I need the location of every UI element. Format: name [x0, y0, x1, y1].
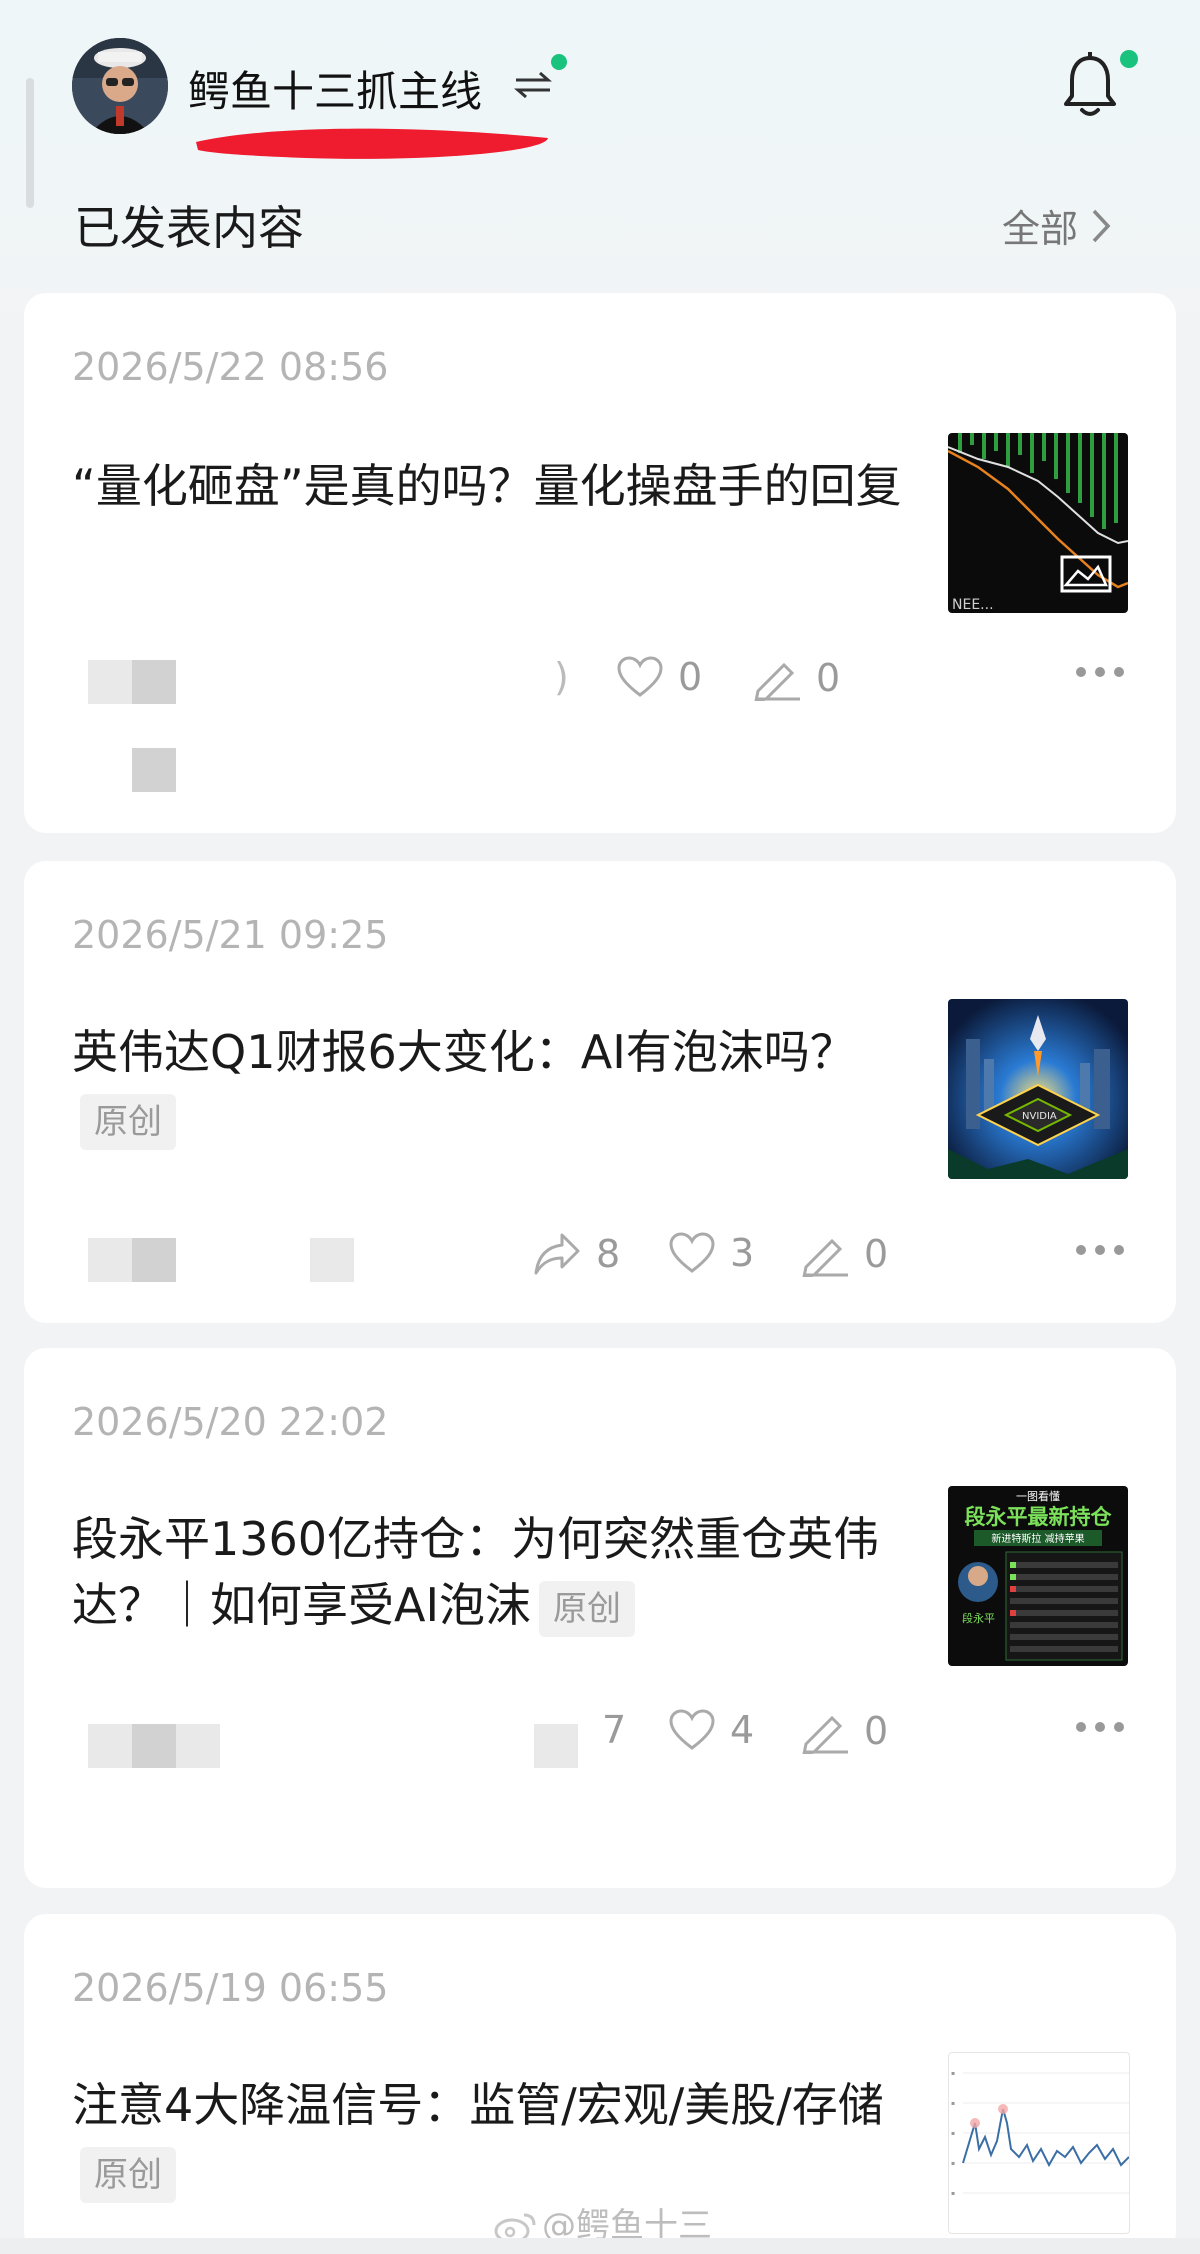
post-card[interactable]: 2026/5/21 09:25 英伟达Q1财报6大变化：AI有泡沫吗？ 原创 NV…: [24, 861, 1176, 1323]
edit-pen-icon: [802, 1715, 848, 1754]
svg-text:▪: ▪: [951, 2190, 955, 2197]
blurred-author-tag: [88, 660, 132, 704]
thumb-sub: 新进特斯拉 减持苹果: [991, 1532, 1084, 1545]
post-date: 2026/5/21 09:25: [72, 913, 389, 957]
post-title-text: 英伟达Q1财报6大变化：AI有泡沫吗？: [72, 1025, 856, 1079]
post-title[interactable]: 段永平1360亿持仓：为何突然重仓英伟达？｜如何享受AI泡沫 原创: [72, 1506, 912, 1638]
heart-icon: [669, 1709, 715, 1750]
like-count: 4: [730, 1708, 755, 1752]
comment-button[interactable]: 0: [800, 1231, 888, 1277]
post-thumbnail[interactable]: NEE...: [948, 433, 1128, 613]
post-thumbnail[interactable]: NVIDIA: [948, 999, 1128, 1179]
avatar[interactable]: [72, 38, 168, 134]
view-all-label: 全部: [1002, 207, 1079, 251]
status-dot: [551, 54, 567, 70]
blurred-author-tag: [132, 1238, 176, 1282]
bell-icon[interactable]: [1062, 52, 1118, 120]
thumb-name: 段永平: [962, 1611, 995, 1625]
post-title[interactable]: 英伟达Q1财报6大变化：AI有泡沫吗？ 原创: [72, 1019, 912, 1151]
like-count: 0: [678, 655, 703, 699]
post-date: 2026/5/19 06:55: [72, 1966, 389, 2010]
post-title[interactable]: “量化砸盘”是真的吗？量化操盘手的回复: [72, 453, 912, 519]
view-all-link[interactable]: 全部: [1002, 198, 1112, 253]
share-count: 8: [596, 1232, 621, 1276]
post-thumbnail[interactable]: ▪ ▪ ▪ ▪ ▪: [948, 2052, 1130, 2234]
svg-text:▪: ▪: [951, 2130, 955, 2137]
blurred-author-tag: [132, 748, 176, 792]
post-date: 2026/5/22 08:56: [72, 345, 389, 389]
redaction-scribble: [196, 128, 548, 159]
thumb-top: 一图看懂: [1016, 1489, 1060, 1503]
more-options-button[interactable]: [1076, 1722, 1124, 1736]
blurred-author-tag: [310, 1238, 354, 1282]
like-button[interactable]: 4: [668, 1708, 754, 1752]
post-card[interactable]: 2026/5/22 08:56 “量化砸盘”是真的吗？量化操盘手的回复 NEE.…: [24, 293, 1176, 833]
svg-text:▪: ▪: [951, 2100, 955, 2107]
header-background: [0, 0, 1200, 330]
original-tag: 原创: [539, 1580, 636, 1637]
heart-icon: [669, 1232, 715, 1273]
more-options-button[interactable]: [1076, 667, 1124, 681]
share-count[interactable]: ): [554, 655, 569, 699]
notification-dot: [1120, 50, 1138, 68]
original-tag: 原创: [80, 1093, 176, 1150]
thumb-title: 段永平最新持仓: [965, 1505, 1113, 1529]
post-title-text: 段永平1360亿持仓：为何突然重仓英伟达？｜如何享受AI泡沫: [72, 1512, 880, 1632]
share-count[interactable]: 7: [602, 1708, 626, 1752]
comment-count: 0: [816, 656, 841, 700]
heart-icon: [617, 656, 663, 697]
edit-pen-icon: [754, 662, 800, 701]
scroll-indicator: [26, 78, 34, 208]
share-button[interactable]: 8: [532, 1231, 620, 1277]
thumb-caption: NEE...: [952, 597, 994, 613]
bottom-edge: [0, 2238, 1200, 2254]
chevron-right-icon: [1092, 209, 1111, 242]
blurred-author-tag: [534, 1724, 578, 1768]
swap-arrows-icon[interactable]: [512, 70, 554, 100]
post-thumbnail[interactable]: 一图看懂 段永平最新持仓 新进特斯拉 减持苹果 段永平: [948, 1486, 1128, 1666]
share-arrow-icon: [534, 1233, 580, 1275]
like-count: 3: [730, 1231, 755, 1275]
comment-count: 0: [864, 1232, 889, 1276]
like-button[interactable]: 0: [616, 655, 702, 699]
blurred-author-tag: [132, 1724, 176, 1768]
post-title-text: 注意4大降温信号：监管/宏观/美股/存储: [72, 2078, 884, 2132]
post-card[interactable]: 2026/5/20 22:02 段永平1360亿持仓：为何突然重仓英伟达？｜如何…: [24, 1348, 1176, 1888]
comment-button[interactable]: 0: [752, 655, 840, 701]
like-button[interactable]: 3: [668, 1231, 754, 1275]
edit-pen-icon: [802, 1238, 848, 1277]
comment-button[interactable]: 0: [800, 1708, 888, 1754]
post-date: 2026/5/20 22:02: [72, 1400, 389, 1444]
username[interactable]: 鳄鱼十三抓主线: [188, 58, 482, 119]
comment-count: 0: [864, 1709, 889, 1753]
section-title: 已发表内容: [74, 201, 304, 255]
original-tag: 原创: [80, 2146, 176, 2203]
svg-text:▪: ▪: [951, 2070, 955, 2077]
thumb-caption: NVIDIA: [1022, 1111, 1057, 1122]
svg-text:▪: ▪: [951, 2160, 955, 2167]
more-options-button[interactable]: [1076, 1245, 1124, 1259]
post-title[interactable]: 注意4大降温信号：监管/宏观/美股/存储原创: [72, 2072, 912, 2204]
